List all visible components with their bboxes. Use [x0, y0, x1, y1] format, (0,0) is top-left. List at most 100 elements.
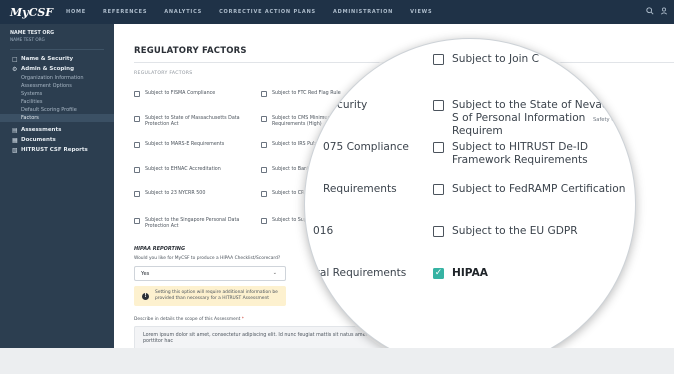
scope-description-textarea[interactable]: Lorem ipsum dolor sit amet, consectetur …	[134, 326, 390, 348]
org-name: NAME TEST ORG	[10, 31, 55, 36]
partial-label: ntal Requirements	[309, 267, 407, 279]
page-title: REGULATORY FACTORS	[134, 46, 247, 56]
sidebar-item-hitrust-csf-reports[interactable]: ▧ HITRUST CSF Reports	[0, 145, 114, 155]
sidebar-subitem-assessment-options[interactable]: Assessment Options	[0, 82, 114, 90]
hipaa-question: Would you like for MyCSF to produce a HI…	[134, 256, 281, 261]
sidebar: NAME TEST ORG NAME TEST ORG □ Name & Sec…	[0, 24, 114, 348]
checkbox-box[interactable]	[433, 100, 444, 111]
hipaa-checklist-select[interactable]: Yes ⌄	[134, 266, 286, 281]
nav-administration[interactable]: ADMINISTRATION	[333, 9, 393, 15]
checkbox-box[interactable]	[261, 91, 267, 97]
nav-views[interactable]: VIEWS	[410, 9, 432, 15]
sidebar-item-label: HITRUST CSF Reports	[21, 147, 88, 153]
sidebar-subitem-systems[interactable]: Systems	[0, 90, 114, 98]
checkbox-box[interactable]	[433, 226, 444, 237]
checkbox-label: Subject to Join C	[452, 53, 540, 65]
sidebar-item-documents[interactable]: ▦ Documents	[0, 135, 114, 145]
sidebar-subitem-organization-information[interactable]: Organization Information	[0, 74, 114, 82]
checkbox-box[interactable]	[261, 116, 267, 122]
sidebar-subitem-factors[interactable]: Factors	[0, 114, 114, 122]
info-icon: !	[142, 292, 149, 300]
checkbox-fisma[interactable]: Subject to FISMA Compliance	[134, 91, 260, 97]
partial-label: Flag Rule	[587, 61, 611, 67]
check-icon[interactable]: ✓	[433, 268, 444, 279]
checkbox-box[interactable]	[433, 184, 444, 195]
lock-icon: □	[12, 55, 18, 63]
user-icon[interactable]	[660, 7, 668, 15]
required-marker: *	[241, 317, 244, 322]
checkbox-box[interactable]	[134, 218, 140, 224]
checkbox-box[interactable]	[134, 191, 140, 197]
sidebar-subitem-default-scoring-profile[interactable]: Default Scoring Profile	[0, 106, 114, 114]
checkbox-box[interactable]	[261, 142, 267, 148]
checkbox-box[interactable]	[261, 191, 267, 197]
checkbox-singapore-pdpa[interactable]: Subject to the Singapore Personal Data P…	[134, 218, 260, 230]
checkbox-box[interactable]	[134, 167, 140, 173]
partial-label: 075 Compliance	[323, 141, 409, 153]
sidebar-item-assessments[interactable]: ▤ Assessments	[0, 125, 114, 135]
checkbox-label: Subject to FedRAMP Certification	[452, 183, 626, 195]
checkbox-box[interactable]	[261, 218, 267, 224]
nav-home[interactable]: HOME	[66, 9, 86, 15]
mag-checkbox-hitrust-deid[interactable]: Subject to HITRUST De-ID Framework Requi…	[433, 141, 635, 167]
partial-label: Requirements	[323, 183, 397, 195]
checkbox-nycrr-500[interactable]: Subject to 23 NYCRR 500	[134, 191, 260, 197]
sidebar-item-name-security[interactable]: □ Name & Security	[0, 54, 114, 64]
mag-checkbox-hipaa[interactable]: ✓ HIPAA	[433, 267, 488, 280]
select-value: Yes	[141, 271, 150, 277]
gear-icon: ⚙	[12, 65, 18, 73]
checkbox-label: Subject to FISMA Compliance	[145, 91, 216, 96]
top-nav-links: HOME REFERENCES ANALYTICS CORRECTIVE ACT…	[66, 9, 432, 15]
sidebar-divider	[10, 49, 104, 50]
scope-label-text: Describe in details the scope of this As…	[134, 317, 241, 322]
chevron-down-icon: ⌄	[272, 270, 277, 276]
clipboard-icon: ▤	[12, 126, 18, 134]
nav-references[interactable]: REFERENCES	[103, 9, 147, 15]
mag-checkbox-eu-gdpr[interactable]: Subject to the EU GDPR	[433, 225, 578, 238]
partial-label: 016	[313, 225, 334, 237]
sidebar-subitem-facilities[interactable]: Facilities	[0, 98, 114, 106]
app-window: MyCSF HOME REFERENCES ANALYTICS CORRECTI…	[0, 0, 674, 348]
checkbox-box[interactable]	[134, 116, 140, 122]
nav-analytics[interactable]: ANALYTICS	[164, 9, 202, 15]
magnifier-lens: Subject to Join C Flag Rule curity Subje…	[304, 38, 636, 348]
sidebar-item-label: Documents	[21, 137, 56, 143]
warning-banner: ! Setting this option will require addit…	[134, 286, 286, 306]
checkbox-box[interactable]	[261, 167, 267, 173]
top-navigation-bar: MyCSF HOME REFERENCES ANALYTICS CORRECTI…	[0, 0, 674, 24]
checkbox-box[interactable]	[134, 142, 140, 148]
checkbox-box[interactable]	[134, 91, 140, 97]
document-icon: ▦	[12, 136, 18, 144]
sidebar-item-label: Name & Security	[21, 56, 74, 62]
checkbox-label: Subject to EHNAC Accreditation	[145, 167, 221, 172]
sidebar-item-label: Admin & Scoping	[21, 66, 75, 72]
mycsf-logo[interactable]: MyCSF	[10, 6, 66, 19]
mag-checkbox-fedramp[interactable]: Subject to FedRAMP Certification	[433, 183, 625, 196]
checkbox-label: Subject to the Singapore Personal Data P…	[145, 218, 240, 230]
checkbox-mars-e[interactable]: Subject to MARS-E Requirements	[134, 142, 260, 148]
mag-checkbox-joint-commission[interactable]: Subject to Join C	[433, 53, 539, 66]
hipaa-reporting-heading: HIPAA REPORTING	[134, 246, 186, 252]
org-header: NAME TEST ORG NAME TEST ORG	[0, 24, 114, 46]
warning-text: Setting this option will require additio…	[155, 290, 278, 301]
checkbox-label: Subject to HITRUST De-ID Framework Requi…	[452, 141, 588, 166]
report-icon: ▧	[12, 146, 18, 154]
org-subtitle: NAME TEST ORG	[10, 37, 45, 42]
checkbox-box[interactable]	[433, 142, 444, 153]
checkbox-label: Subject to State of Massachusetts Data P…	[145, 116, 240, 128]
checkbox-ehnac[interactable]: Subject to EHNAC Accreditation	[134, 167, 260, 173]
bottom-background-strip	[0, 348, 674, 374]
nav-corrective-action-plans[interactable]: CORRECTIVE ACTION PLANS	[219, 9, 316, 15]
section-label: REGULATORY FACTORS	[134, 71, 193, 76]
search-icon[interactable]	[646, 7, 654, 15]
scope-description-label: Describe in details the scope of this As…	[134, 317, 244, 322]
checkbox-label: HIPAA	[452, 267, 488, 279]
partial-label: curity	[337, 99, 368, 111]
checkbox-box[interactable]	[433, 54, 444, 65]
checkbox-massachusetts[interactable]: Subject to State of Massachusetts Data P…	[134, 116, 260, 128]
top-right-icons	[646, 7, 668, 15]
sidebar-item-admin-scoping[interactable]: ⚙ Admin & Scoping	[0, 64, 114, 74]
partial-label: Safety Code	[593, 117, 625, 123]
checkbox-label: Subject to MARS-E Requirements	[145, 142, 225, 147]
sidebar-menu: □ Name & Security ⚙ Admin & Scoping Orga…	[0, 54, 114, 155]
